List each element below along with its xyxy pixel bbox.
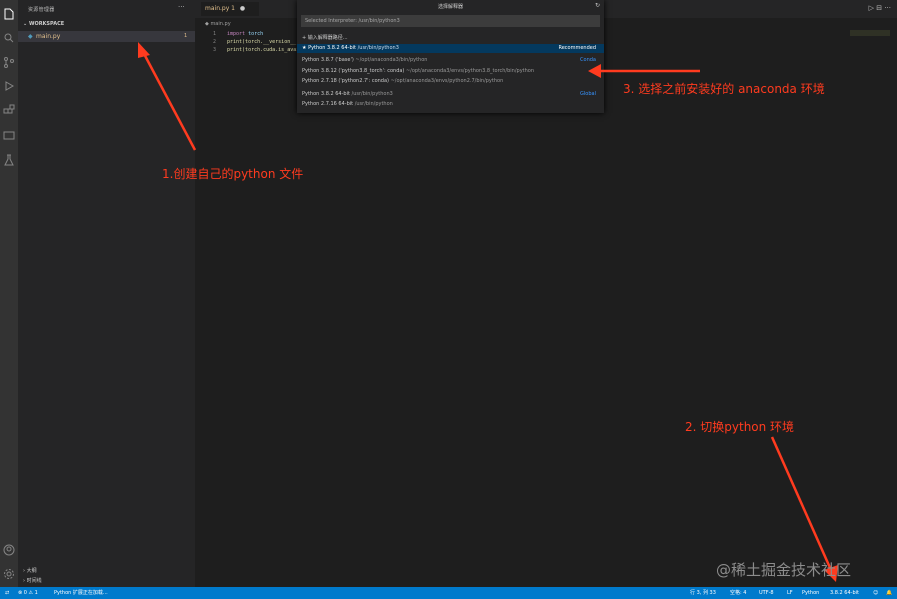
timeline-section[interactable]: › 时间线 <box>23 577 42 584</box>
code-keyword: import <box>227 31 246 37</box>
python-interpreter-selector[interactable]: 3.8.2 64-bit <box>830 587 859 599</box>
interpreter-search-input[interactable]: Selected Interpreter: /usr/bin/python3 <box>301 15 600 27</box>
annotation-step2: 2. 切换python 环境 <box>685 420 795 434</box>
quick-pick-item-conda-py27[interactable]: Python 2.7.18 ('python2.7': conda) ~/opt… <box>297 77 604 86</box>
problems-indicator[interactable]: ⊗ 0 ⚠ 1 <box>18 587 38 599</box>
explorer-sidebar: 资源管理器 ··· ⌄ WORKSPACE ◆ main.py 1 › 大纲 ›… <box>18 0 195 587</box>
notifications-bell-icon[interactable]: 🔔 <box>886 587 892 599</box>
workspace-label: WORKSPACE <box>28 21 65 27</box>
item-detail: /usr/bin/python <box>353 101 393 107</box>
remote-indicator-icon[interactable]: ⇄ <box>5 587 9 599</box>
quick-pick-title: 选择解释器 <box>437 4 463 10</box>
sidebar-more-icon[interactable]: ··· <box>178 3 185 11</box>
encoding-setting[interactable]: UTF-8 <box>759 587 774 599</box>
run-debug-icon[interactable] <box>3 80 15 92</box>
annotation-step3: 3. 选择之前安装好的 anaconda 环境 <box>623 82 825 96</box>
file-name: main.py <box>36 33 61 40</box>
settings-gear-icon[interactable] <box>3 568 15 580</box>
testing-icon[interactable] <box>3 154 15 166</box>
refresh-icon[interactable]: ↻ <box>595 2 600 9</box>
line-number: 1 <box>213 31 217 37</box>
code-text: print(torch.__version__) <box>227 39 300 45</box>
annotation-step1: 1.创建自己的python 文件 <box>162 167 304 181</box>
breadcrumb: ◆ main.py <box>205 21 231 27</box>
problem-count-badge: 1 <box>184 33 188 39</box>
line-number: 3 <box>213 47 217 53</box>
status-bar: ⇄ ⊗ 0 ⚠ 1 Python 扩展正在加载... 行 3, 列 33 空格:… <box>0 587 897 599</box>
timeline-label: 时间线 <box>26 578 42 584</box>
item-detail: ~/opt/anaconda3/bin/python <box>353 57 428 63</box>
sidebar-title: 资源管理器 <box>28 7 55 13</box>
feedback-icon[interactable]: ☺ <box>873 587 878 599</box>
quick-pick-item-conda-base[interactable]: Python 3.8.7 ('base') ~/opt/anaconda3/bi… <box>297 56 604 65</box>
python-file-icon: ◆ <box>28 33 33 40</box>
search-icon[interactable] <box>3 32 15 44</box>
account-icon[interactable] <box>3 544 15 556</box>
tab-dirty-icon[interactable]: ● <box>240 5 245 12</box>
quick-pick-item-global-py38[interactable]: Python 3.8.2 64-bit /usr/bin/python3 Glo… <box>297 90 604 99</box>
workspace-section-header[interactable]: ⌄ WORKSPACE <box>23 21 64 27</box>
item-label: Python 3.8.2 64-bit <box>302 91 350 97</box>
recommended-tag: Recommended <box>558 45 596 51</box>
python-loading-status: Python 扩展正在加载... <box>54 590 108 596</box>
item-label: Python 3.8.12 ('python3.8_torch': conda) <box>302 68 405 74</box>
explorer-icon[interactable] <box>3 8 15 20</box>
quick-pick-item-conda-torch[interactable]: Python 3.8.12 ('python3.8_torch': conda)… <box>297 67 604 76</box>
code-text: torch <box>245 31 264 37</box>
item-detail: ~/opt/anaconda3/envs/python3.8_torch/bin… <box>404 68 535 74</box>
interpreter-quick-pick: 选择解释器 ↻ Selected Interpreter: /usr/bin/p… <box>297 0 604 113</box>
file-item-main-py[interactable]: ◆ main.py 1 <box>18 31 195 42</box>
indentation-setting[interactable]: 空格: 4 <box>730 587 746 599</box>
quick-pick-item-recommended[interactable]: ★ Python 3.8.2 64-bit /usr/bin/python3 R… <box>297 44 604 53</box>
activity-bar <box>0 0 18 587</box>
watermark: @稀土掘金技术社区 <box>716 561 852 579</box>
extensions-icon[interactable] <box>3 104 15 116</box>
item-label: ★ Python 3.8.2 64-bit <box>302 45 356 51</box>
minimap[interactable] <box>850 30 890 36</box>
conda-tag: Conda <box>580 57 596 63</box>
eol-setting[interactable]: LF <box>787 587 793 599</box>
language-mode[interactable]: Python <box>802 587 819 599</box>
outline-label: 大纲 <box>26 568 37 574</box>
quick-pick-item-enter-path[interactable]: + 输入解释器路径... <box>297 34 604 43</box>
breadcrumb-file[interactable]: main.py <box>210 21 230 27</box>
remote-explorer-icon[interactable] <box>3 130 15 142</box>
outline-section[interactable]: › 大纲 <box>23 567 37 574</box>
item-label: Python 3.8.7 ('base') <box>302 57 354 63</box>
tab-main-py[interactable]: main.py 1 ● <box>201 2 259 16</box>
global-tag: Global <box>580 91 596 97</box>
editor-actions[interactable]: ▷ ⊟ ··· <box>869 4 891 12</box>
cursor-position[interactable]: 行 3, 列 33 <box>690 587 716 599</box>
source-control-icon[interactable] <box>3 56 15 68</box>
item-detail: ~/opt/anaconda3/envs/python2.7/bin/pytho… <box>389 78 504 84</box>
line-number: 2 <box>213 39 217 45</box>
item-label: + 输入解释器路径... <box>302 35 348 41</box>
item-label: Python 2.7.18 ('python2.7': conda) <box>302 78 389 84</box>
item-label: Python 2.7.16 64-bit <box>302 101 354 107</box>
item-detail: /usr/bin/python3 <box>356 45 399 51</box>
tab-label: main.py 1 <box>205 5 235 12</box>
item-detail: /usr/bin/python3 <box>349 91 393 97</box>
quick-pick-item-global-py27[interactable]: Python 2.7.16 64-bit /usr/bin/python <box>297 100 604 109</box>
